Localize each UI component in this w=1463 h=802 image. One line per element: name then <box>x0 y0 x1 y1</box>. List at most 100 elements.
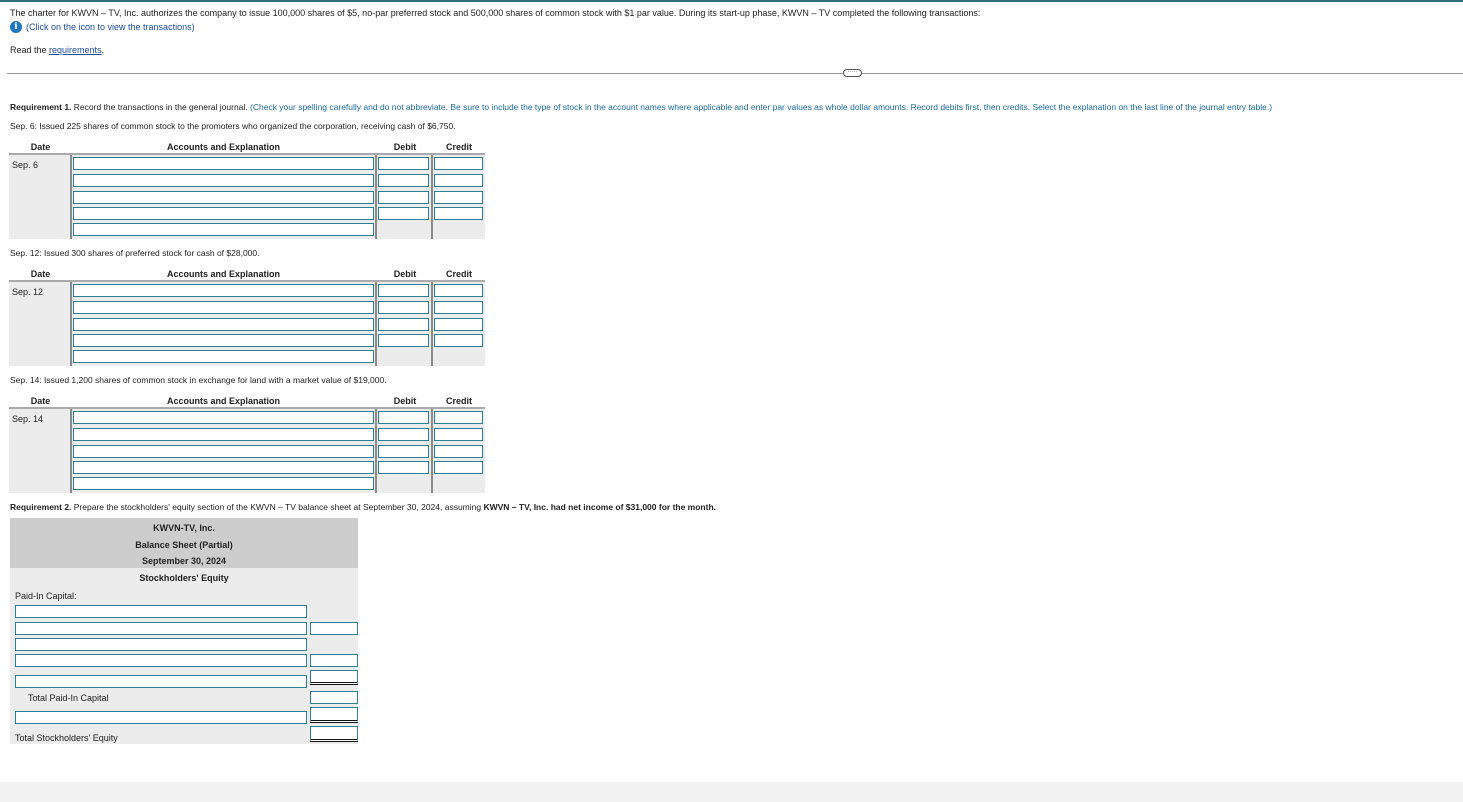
amount-input[interactable] <box>310 654 358 667</box>
account-input[interactable] <box>73 191 374 204</box>
requirement-2-label: Requirement 2. <box>10 502 72 512</box>
paid-in-account-input[interactable] <box>15 622 307 635</box>
credit-input[interactable] <box>434 207 483 220</box>
journal-table-sep6: Date Accounts and Explanation Debit Cred… <box>9 139 485 239</box>
view-transactions-label[interactable]: (Click on the icon to view the transacti… <box>26 22 195 32</box>
credit-header: Credit <box>445 396 472 406</box>
requirement-1-instructions: (Check your spelling carefully and do no… <box>247 102 1273 112</box>
credit-input[interactable] <box>434 284 483 297</box>
debit-input[interactable] <box>378 284 429 297</box>
explanation-input[interactable] <box>73 477 374 490</box>
requirements-link[interactable]: requirements <box>49 45 102 55</box>
account-input[interactable] <box>73 174 374 187</box>
account-input[interactable] <box>73 157 374 170</box>
transaction-description-sep6: Sep. 6: Issued 225 shares of common stoc… <box>10 121 456 131</box>
column-divider <box>431 409 433 493</box>
bottom-toolbar-area <box>0 782 1463 802</box>
credit-input[interactable] <box>434 301 483 314</box>
requirement-2-net-income: KWVN – TV, Inc. had net income of $31,00… <box>483 502 717 512</box>
credit-input[interactable] <box>434 334 483 347</box>
column-divider <box>431 282 433 366</box>
paid-in-account-input[interactable] <box>15 654 307 667</box>
journal-header: Date Accounts and Explanation Debit Cred… <box>9 139 485 155</box>
debit-input[interactable] <box>378 428 429 441</box>
debit-header: Debit <box>393 269 417 279</box>
top-accent-line <box>0 0 1463 2</box>
debit-input[interactable] <box>378 334 429 347</box>
account-input[interactable] <box>73 334 374 347</box>
debit-input[interactable] <box>378 445 429 458</box>
info-icon[interactable]: i <box>10 21 22 33</box>
accounts-header: Accounts and Explanation <box>166 142 280 152</box>
read-prefix: Read the <box>10 45 50 55</box>
retained-earnings-account-input[interactable] <box>15 711 307 724</box>
credit-input[interactable] <box>434 174 483 187</box>
paid-in-capital-label: Paid-In Capital: <box>15 591 77 601</box>
intro-text: The charter for KWVN – TV, Inc. authoriz… <box>10 8 981 18</box>
account-input[interactable] <box>73 284 374 297</box>
retained-earnings-amount-input[interactable] <box>310 707 358 723</box>
section-divider <box>7 73 1463 74</box>
requirement-1-body: Record the transactions in the general j… <box>71 102 248 112</box>
entry-date: Sep. 14 <box>12 414 44 424</box>
date-header: Date <box>30 269 51 279</box>
accounts-header: Accounts and Explanation <box>166 396 280 406</box>
credit-input[interactable] <box>434 318 483 331</box>
entry-date: Sep. 6 <box>12 160 39 170</box>
date-header: Date <box>30 396 51 406</box>
account-input[interactable] <box>73 411 374 424</box>
paid-in-account-input[interactable] <box>15 605 307 618</box>
statement-title: Balance Sheet (Partial) <box>135 540 233 550</box>
explanation-input[interactable] <box>73 223 374 236</box>
journal-header: Date Accounts and Explanation Debit Cred… <box>9 266 485 282</box>
account-input[interactable] <box>73 318 374 331</box>
statement-date: September 30, 2024 <box>141 556 227 566</box>
accounts-header: Accounts and Explanation <box>166 269 280 279</box>
credit-input[interactable] <box>434 411 483 424</box>
debit-input[interactable] <box>378 191 429 204</box>
debit-input[interactable] <box>378 301 429 314</box>
credit-input[interactable] <box>434 461 483 474</box>
debit-input[interactable] <box>378 461 429 474</box>
transaction-description-sep12: Sep. 12: Issued 300 shares of preferred … <box>10 248 260 258</box>
transaction-description-sep14: Sep. 14: Issued 1,200 shares of common s… <box>10 375 387 385</box>
credit-input[interactable] <box>434 157 483 170</box>
credit-input[interactable] <box>434 428 483 441</box>
view-transactions-link[interactable]: i (Click on the icon to view the transac… <box>10 21 195 33</box>
collapse-toggle-button[interactable]: ····· <box>843 69 862 77</box>
credit-input[interactable] <box>434 445 483 458</box>
debit-input[interactable] <box>378 174 429 187</box>
credit-header: Credit <box>445 269 472 279</box>
account-input[interactable] <box>73 445 374 458</box>
amount-input[interactable] <box>310 622 358 635</box>
balance-sheet-body: Paid-In Capital: Total Paid-In Capital T… <box>10 586 358 744</box>
date-header: Date <box>30 142 51 152</box>
column-divider <box>431 155 433 239</box>
read-suffix: . <box>101 45 105 55</box>
debit-input[interactable] <box>378 157 429 170</box>
column-divider <box>70 409 72 493</box>
paid-in-account-input[interactable] <box>15 675 307 688</box>
amount-input[interactable] <box>310 670 358 685</box>
total-paid-in-capital-input[interactable] <box>310 691 358 704</box>
requirement-1-text: Requirement 1. Record the transactions i… <box>10 102 1272 112</box>
account-input[interactable] <box>73 301 374 314</box>
entry-date: Sep. 12 <box>12 287 44 297</box>
column-divider <box>70 282 72 366</box>
debit-input[interactable] <box>378 411 429 424</box>
debit-input[interactable] <box>378 318 429 331</box>
account-input[interactable] <box>73 207 374 220</box>
balance-sheet-table: KWVN-TV, Inc. Balance Sheet (Partial) Se… <box>10 518 358 744</box>
balance-sheet-header: KWVN-TV, Inc. Balance Sheet (Partial) Se… <box>10 518 358 568</box>
explanation-input[interactable] <box>73 350 374 363</box>
total-stockholders-equity-input[interactable] <box>310 726 358 742</box>
account-input[interactable] <box>73 461 374 474</box>
journal-body: Sep. 14 <box>9 409 485 493</box>
column-divider <box>70 155 72 239</box>
account-input[interactable] <box>73 428 374 441</box>
credit-input[interactable] <box>434 191 483 204</box>
column-divider <box>375 409 377 493</box>
debit-input[interactable] <box>378 207 429 220</box>
paid-in-account-input[interactable] <box>15 638 307 651</box>
stockholders-equity-heading: Stockholders' Equity <box>10 568 358 586</box>
